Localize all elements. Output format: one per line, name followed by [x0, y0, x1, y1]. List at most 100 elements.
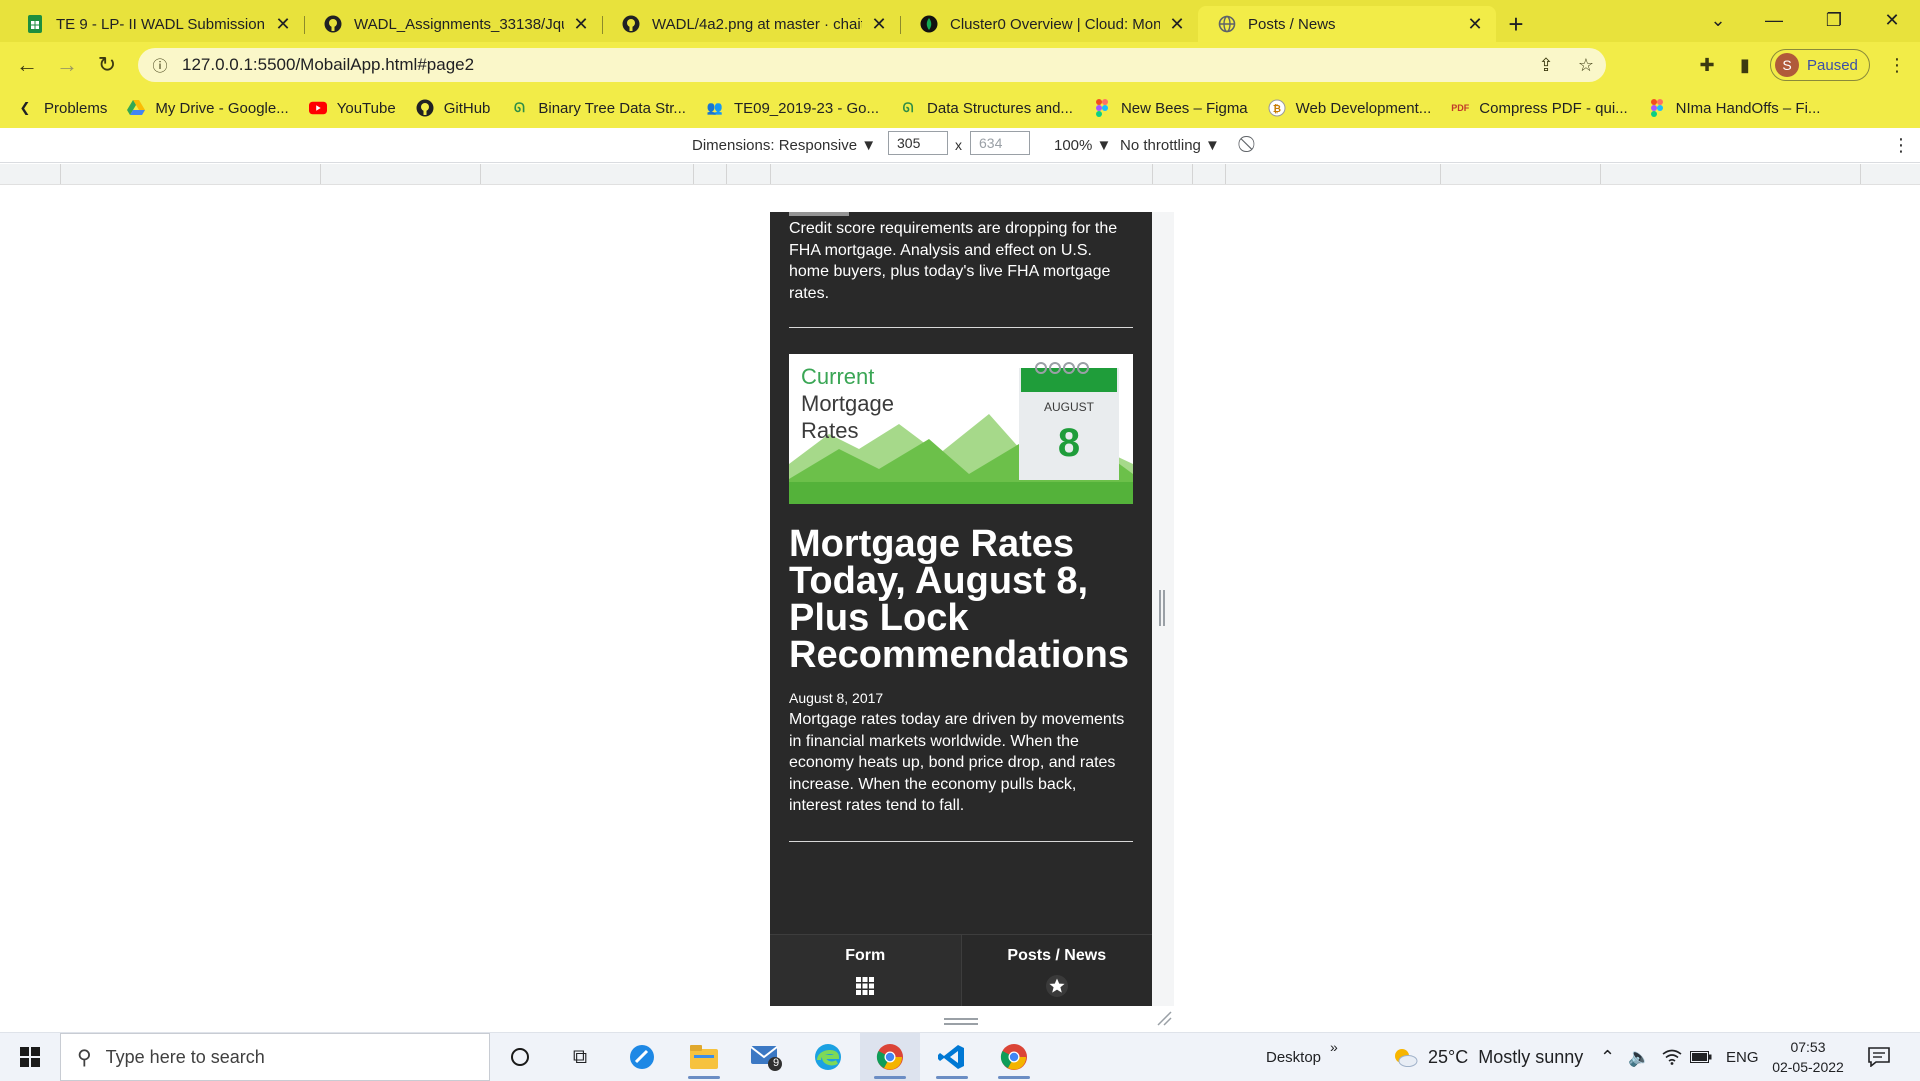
app-icon[interactable]	[612, 1033, 672, 1081]
vscode-icon[interactable]	[922, 1033, 982, 1081]
more-options-icon[interactable]: ⋮	[1892, 134, 1910, 156]
bookmark-item[interactable]: PDF Compress PDF - qui...	[1451, 99, 1627, 117]
taskbar-search-input[interactable]: ⚲ Type here to search	[60, 1033, 490, 1081]
nav-tab-form[interactable]: Form	[770, 935, 961, 1006]
throttling-dropdown[interactable]: No throttling ▼	[1120, 134, 1220, 156]
file-explorer-icon[interactable]	[674, 1033, 734, 1081]
volume-icon[interactable]: 🔈	[1628, 1033, 1650, 1081]
post-description: Credit score requirements are dropping f…	[789, 220, 1118, 302]
resize-handle-corner[interactable]	[1156, 1010, 1172, 1026]
ruler-tick	[320, 164, 321, 184]
language-indicator[interactable]: ENG	[1726, 1033, 1759, 1081]
height-field[interactable]: 634	[970, 131, 1030, 155]
close-tab-icon[interactable]: ✕	[274, 14, 292, 35]
notifications-icon[interactable]	[1868, 1033, 1890, 1081]
side-panel-icon[interactable]: ▮	[1728, 48, 1762, 82]
dimension-separator: x	[955, 137, 962, 153]
web-icon: ₿	[1268, 99, 1286, 117]
bookmark-item[interactable]: NIma HandOffs – Fi...	[1648, 99, 1820, 117]
ruler-tick	[1600, 164, 1601, 184]
image-line-2: Mortgage	[801, 391, 894, 416]
address-bar[interactable]: ⓘ 127.0.0.1:5500/MobailApp.html#page2 ⇪ …	[138, 48, 1606, 82]
tab-title: Cluster0 Overview | Cloud: Mong	[950, 15, 1160, 33]
calendar-month: AUGUST	[1044, 400, 1095, 414]
forward-icon[interactable]: →	[50, 48, 84, 82]
close-window-icon[interactable]: ✕	[1864, 0, 1920, 40]
ruler-tick	[1192, 164, 1193, 184]
browser-tab[interactable]: TE 9 - LP- II WADL Submission AY ✕	[6, 6, 304, 42]
browser-tab-active[interactable]: Posts / News ✕	[1198, 6, 1496, 42]
zoom-dropdown[interactable]: 100% ▼	[1054, 134, 1111, 156]
close-tab-icon[interactable]: ✕	[1168, 14, 1186, 35]
clock-time: 07:53	[1790, 1039, 1826, 1055]
bookmark-item[interactable]: ᘏ Data Structures and...	[899, 99, 1073, 117]
browser-tab[interactable]: WADL/4a2.png at master · chaita ✕	[602, 6, 900, 42]
weather-icon[interactable]	[1392, 1033, 1418, 1081]
desktop-toolbar[interactable]: Desktop	[1266, 1033, 1321, 1081]
post-title[interactable]: Mortgage Rates Today, August 8, Plus Loc…	[789, 525, 1133, 674]
browser-tab[interactable]: Cluster0 Overview | Cloud: Mong ✕	[900, 6, 1198, 42]
browser-tab-strip: TE 9 - LP- II WADL Submission AY ✕ WADL_…	[0, 0, 1920, 42]
toolbar-overflow-icon[interactable]: »	[1330, 1023, 1338, 1071]
bookmark-item[interactable]: GitHub	[416, 99, 490, 117]
pdf-icon: PDF	[1451, 103, 1470, 113]
bookmark-item[interactable]: New Bees – Figma	[1093, 99, 1248, 117]
extensions-icon[interactable]: ✚	[1690, 48, 1724, 82]
dimensions-dropdown[interactable]: Dimensions: Responsive ▼	[692, 134, 876, 156]
height-field-wrap: 634	[970, 131, 1030, 155]
bookmark-item[interactable]: ᘏ Binary Tree Data Str...	[510, 99, 686, 117]
cortana-icon[interactable]	[490, 1033, 550, 1081]
share-icon[interactable]: ⇪	[1526, 55, 1566, 76]
figma-icon	[1648, 99, 1666, 117]
weather-text[interactable]: 25°C Mostly sunny	[1428, 1033, 1583, 1081]
chrome-icon[interactable]	[984, 1033, 1044, 1081]
wifi-icon[interactable]	[1662, 1033, 1682, 1081]
bookmark-star-icon[interactable]: ☆	[1566, 55, 1606, 76]
new-tab-button[interactable]: +	[1496, 6, 1536, 42]
media-query-bar[interactable]	[0, 164, 1920, 185]
restore-icon[interactable]: ❐	[1806, 0, 1862, 40]
close-tab-icon[interactable]: ✕	[870, 14, 888, 35]
ruler-tick	[480, 164, 481, 184]
tab-title: WADL_Assignments_33138/Jquer	[354, 15, 564, 33]
windows-taskbar: ⚲ Type here to search ⧉ 9 Desktop » 25°C…	[0, 1032, 1920, 1081]
mail-badge: 9	[773, 1057, 780, 1069]
back-icon[interactable]: ←	[10, 48, 44, 82]
width-field-wrap: 305	[888, 131, 948, 155]
post-description: Mortgage rates today are driven by movem…	[789, 711, 1125, 814]
bookmark-item[interactable]: My Drive - Google...	[127, 99, 289, 117]
battery-icon[interactable]	[1690, 1033, 1712, 1081]
mortgage-rates-image[interactable]: Current Mortgage Rates AUGUST 8	[789, 354, 1133, 504]
edge-icon[interactable]	[798, 1033, 858, 1081]
bookmark-item[interactable]: ₿ Web Development...	[1268, 99, 1431, 117]
bookmark-item[interactable]: 👥 TE09_2019-23 - Go...	[706, 99, 879, 117]
bookmark-item[interactable]: YouTube	[308, 99, 396, 117]
nav-tab-label: Posts / News	[1007, 947, 1107, 964]
mongodb-icon	[920, 15, 938, 33]
close-tab-icon[interactable]: ✕	[572, 14, 590, 35]
address-url[interactable]: 127.0.0.1:5500/MobailApp.html#page2	[182, 55, 1526, 75]
tab-search-icon[interactable]: ⌄	[1690, 0, 1746, 40]
chrome-icon[interactable]	[860, 1033, 920, 1081]
site-info-icon[interactable]: ⓘ	[138, 55, 182, 76]
resize-handle-bottom[interactable]	[944, 1014, 978, 1025]
posts-list[interactable]: Credit score requirements are dropping f…	[770, 212, 1152, 934]
bookmark-item[interactable]: ❮ Problems	[16, 99, 108, 117]
close-tab-icon[interactable]: ✕	[1466, 14, 1484, 35]
minimize-icon[interactable]: —	[1746, 0, 1802, 40]
nav-tab-posts-news[interactable]: Posts / News	[960, 935, 1152, 1006]
reload-icon[interactable]: ↻	[90, 48, 124, 82]
windows-start-icon[interactable]	[0, 1033, 60, 1081]
post-divider	[789, 841, 1133, 842]
browser-tab[interactable]: WADL_Assignments_33138/Jquer ✕	[304, 6, 602, 42]
clipped-heading-fragment	[789, 212, 849, 216]
resize-handle-right[interactable]	[1159, 590, 1165, 626]
show-hidden-icons-icon[interactable]: ⌃	[1600, 1033, 1615, 1081]
mail-icon[interactable]: 9	[736, 1033, 796, 1081]
profile-button[interactable]: S Paused	[1770, 49, 1870, 81]
clock[interactable]: 07:53 02-05-2022	[1768, 1033, 1848, 1081]
task-view-icon[interactable]: ⧉	[550, 1033, 610, 1081]
clock-date: 02-05-2022	[1772, 1059, 1844, 1075]
browser-menu-icon[interactable]: ⋮	[1880, 48, 1914, 82]
width-field[interactable]: 305	[888, 131, 948, 155]
